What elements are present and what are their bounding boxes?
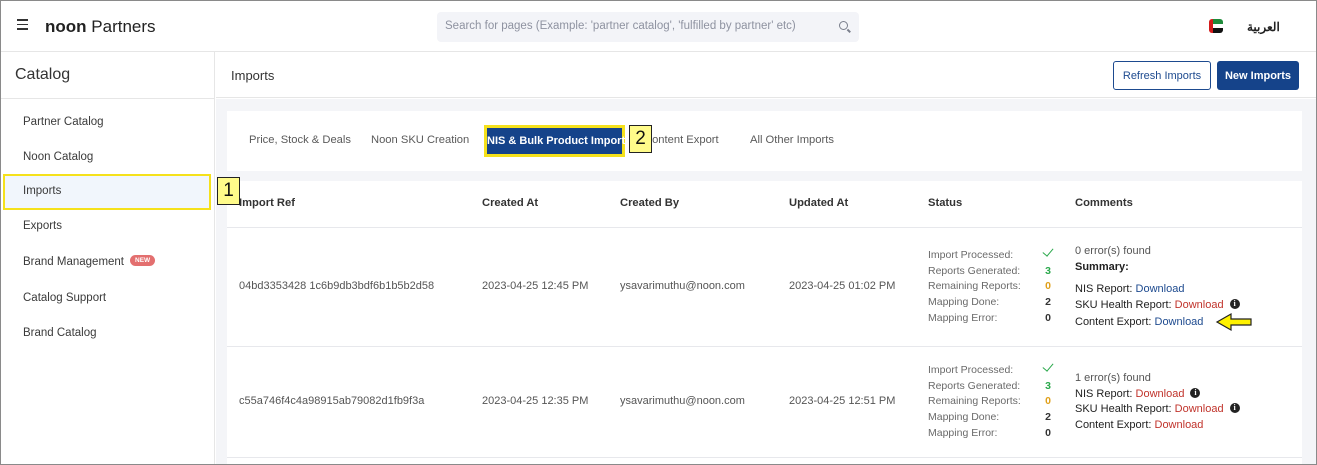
- nis-report-download-link[interactable]: Download: [1136, 388, 1185, 400]
- column-header-created-at[interactable]: Created At: [482, 197, 538, 209]
- page-title: Imports: [231, 68, 275, 83]
- column-header-import-ref[interactable]: Import Ref: [239, 197, 295, 209]
- created-by: ysavarimuthu@noon.com: [620, 280, 745, 292]
- hamburger-menu-icon[interactable]: [17, 19, 28, 31]
- status-value: 3: [1045, 380, 1051, 392]
- sidebar-item-brand-catalog[interactable]: Brand Catalog: [23, 327, 97, 339]
- sku-health-download-link[interactable]: Download: [1175, 299, 1224, 311]
- tab-nis-bulk-product-imports[interactable]: NIS & Bulk Product Imports: [484, 125, 631, 157]
- divider: [227, 227, 1302, 228]
- status-label: Mapping Error:: [928, 312, 998, 324]
- noon-partners-logo[interactable]: noon Partners: [45, 17, 156, 37]
- nis-report-line: NIS Report: Download: [1075, 283, 1185, 295]
- refresh-imports-button[interactable]: Refresh Imports: [1113, 61, 1211, 90]
- nis-report-download-link[interactable]: Download: [1136, 283, 1185, 295]
- sidebar-item-catalog-support[interactable]: Catalog Support: [23, 292, 106, 304]
- created-at: 2023-04-25 12:35 PM: [482, 395, 589, 407]
- content-export-line: Content Export: Download: [1075, 316, 1204, 328]
- status-label: Remaining Reports:: [928, 395, 1021, 407]
- updated-at: 2023-04-25 12:51 PM: [789, 395, 896, 407]
- sku-health-report-line: SKU Health Report: Download i: [1075, 299, 1240, 311]
- language-switch[interactable]: العربية: [1247, 20, 1280, 34]
- import-ref[interactable]: c55a746f4c4a98915ab79082d1fb9f3a: [239, 395, 424, 407]
- summary-label: Summary:: [1075, 261, 1129, 273]
- created-by: ysavarimuthu@noon.com: [620, 395, 745, 407]
- column-header-created-by[interactable]: Created By: [620, 197, 679, 209]
- status-value: 0: [1045, 395, 1051, 407]
- status-label: Remaining Reports:: [928, 280, 1021, 292]
- sidebar-item-exports[interactable]: Exports: [23, 220, 62, 232]
- sidebar-item-imports[interactable]: Imports: [23, 185, 61, 197]
- search-placeholder: Search for pages (Example: 'partner cata…: [445, 20, 796, 32]
- content-export-line: Content Export: Download: [1075, 419, 1204, 431]
- import-tabs: Price, Stock & Deals Noon SKU Creation N…: [227, 111, 1302, 171]
- nis-report-line: NIS Report: Download i: [1075, 388, 1201, 400]
- column-header-status[interactable]: Status: [928, 197, 962, 209]
- status-label: Import Processed:: [928, 364, 1014, 376]
- status-value: 0: [1045, 280, 1051, 292]
- check-icon: [1042, 245, 1054, 257]
- info-icon[interactable]: i: [1229, 403, 1240, 414]
- divider: [227, 457, 1302, 458]
- content-export-download-link[interactable]: Download: [1155, 419, 1204, 431]
- info-icon[interactable]: i: [1190, 388, 1201, 399]
- status-label: Mapping Done:: [928, 411, 1000, 423]
- import-ref[interactable]: 04bd3353428 1c6b9db3bdf6b1b5b2d58: [239, 280, 434, 292]
- status-value: 2: [1045, 411, 1051, 423]
- error-count: 0 error(s) found: [1075, 245, 1151, 257]
- sidebar-item-partner-catalog[interactable]: Partner Catalog: [23, 116, 104, 128]
- top-bar: noon Partners Search for pages (Example:…: [1, 1, 1316, 52]
- sku-health-report-line: SKU Health Report: Download i: [1075, 403, 1240, 415]
- sidebar-title: Catalog: [15, 66, 71, 83]
- status-value: 0: [1045, 427, 1051, 439]
- status-label: Import Processed:: [928, 249, 1014, 261]
- check-icon: [1042, 360, 1054, 372]
- tab-noon-sku-creation[interactable]: Noon SKU Creation: [371, 134, 469, 146]
- divider: [227, 346, 1302, 347]
- page-header: Imports Refresh Imports New Imports: [216, 52, 1316, 98]
- content-export-download-link[interactable]: Download: [1155, 316, 1204, 328]
- imports-table: Import Ref Created At Created By Updated…: [227, 181, 1302, 464]
- status-value: 0: [1045, 312, 1051, 324]
- annotation-marker-2: 2: [629, 125, 652, 153]
- tab-price-stock-deals[interactable]: Price, Stock & Deals: [249, 134, 351, 146]
- error-count: 1 error(s) found: [1075, 372, 1151, 384]
- status-value: 3: [1045, 265, 1051, 277]
- annotation-arrow-icon: [1215, 312, 1252, 332]
- search-icon[interactable]: [839, 21, 848, 30]
- updated-at: 2023-04-25 01:02 PM: [789, 280, 896, 292]
- sidebar-item-label: Brand Management: [23, 256, 125, 268]
- column-header-comments[interactable]: Comments: [1075, 197, 1133, 209]
- tab-all-other-imports[interactable]: All Other Imports: [750, 134, 834, 146]
- column-header-updated-at[interactable]: Updated At: [789, 197, 848, 209]
- new-badge: NEW: [130, 255, 156, 267]
- app-window: noon Partners Search for pages (Example:…: [0, 0, 1317, 465]
- sidebar-item-brand-management[interactable]: Brand Management NEW: [23, 255, 156, 268]
- status-label: Mapping Error:: [928, 427, 998, 439]
- search-input[interactable]: Search for pages (Example: 'partner cata…: [437, 12, 859, 42]
- status-value: 2: [1045, 296, 1051, 308]
- sidebar-item-noon-catalog[interactable]: Noon Catalog: [23, 151, 93, 163]
- info-icon[interactable]: i: [1229, 299, 1240, 310]
- sku-health-download-link[interactable]: Download: [1175, 403, 1224, 415]
- sidebar: Catalog Partner Catalog Noon Catalog Imp…: [1, 52, 215, 464]
- uae-flag-icon[interactable]: [1209, 19, 1223, 33]
- divider: [1, 98, 215, 99]
- annotation-marker-1: 1: [217, 177, 240, 205]
- tab-content-export[interactable]: Content Export: [644, 134, 719, 146]
- status-label: Reports Generated:: [928, 380, 1021, 392]
- created-at: 2023-04-25 12:45 PM: [482, 280, 589, 292]
- status-label: Reports Generated:: [928, 265, 1021, 277]
- status-label: Mapping Done:: [928, 296, 1000, 308]
- new-imports-button[interactable]: New Imports: [1217, 61, 1299, 90]
